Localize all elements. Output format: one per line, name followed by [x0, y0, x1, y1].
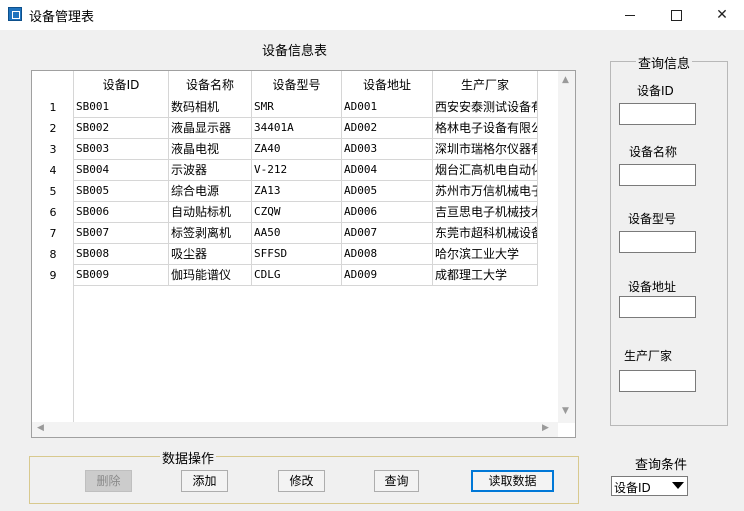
cell-maker[interactable]: 苏州市万信机械电子 — [433, 181, 538, 202]
cell-model[interactable]: AA50 — [252, 223, 342, 244]
cell-address[interactable]: AD004 — [342, 160, 433, 181]
cell-name[interactable]: 示波器 — [169, 160, 252, 181]
cell-maker[interactable]: 哈尔滨工业大学 — [433, 244, 538, 265]
cell-address[interactable]: AD006 — [342, 202, 433, 223]
row-number[interactable]: 1 — [32, 101, 74, 114]
cell-id[interactable]: SB009 — [74, 265, 169, 286]
cell-maker[interactable]: 成都理工大学 — [433, 265, 538, 286]
cell-address[interactable]: AD002 — [342, 118, 433, 139]
query-name-input[interactable] — [619, 164, 696, 186]
row-number[interactable]: 2 — [32, 122, 74, 135]
horizontal-scrollbar[interactable]: ◀ ▶ — [32, 422, 558, 437]
row-number[interactable]: 5 — [32, 185, 74, 198]
cell-model[interactable]: CDLG — [252, 265, 342, 286]
delete-button[interactable]: 删除 — [85, 470, 132, 492]
query-maker-input[interactable] — [619, 370, 696, 392]
cell-maker[interactable]: 深圳市瑞格尔仪器有 — [433, 139, 538, 160]
row-number[interactable]: 8 — [32, 248, 74, 261]
cell-model[interactable]: ZA13 — [252, 181, 342, 202]
cell-name[interactable]: 标签剥离机 — [169, 223, 252, 244]
row-number[interactable]: 7 — [32, 227, 74, 240]
query-model-input[interactable] — [619, 231, 696, 253]
query-id-input[interactable] — [619, 103, 696, 125]
cell-name[interactable]: 综合电源 — [169, 181, 252, 202]
cell-id[interactable]: SB005 — [74, 181, 169, 202]
app-icon — [8, 7, 22, 21]
row-number[interactable]: 4 — [32, 164, 74, 177]
dropdown-arrow-icon[interactable] — [672, 482, 684, 489]
cell-model[interactable]: 34401A — [252, 118, 342, 139]
cell-model[interactable]: ZA40 — [252, 139, 342, 160]
cell-id[interactable]: SB006 — [74, 202, 169, 223]
close-button[interactable]: ✕ — [699, 0, 744, 30]
cell-id[interactable]: SB008 — [74, 244, 169, 265]
column-header-id[interactable]: 设备ID — [74, 71, 169, 99]
cell-address[interactable]: AD007 — [342, 223, 433, 244]
cell-maker[interactable]: 烟台汇高机电自动化 — [433, 160, 538, 181]
cell-maker[interactable]: 格林电子设备有限公 — [433, 118, 538, 139]
query-button[interactable]: 查询 — [374, 470, 419, 492]
cell-address[interactable]: AD003 — [342, 139, 433, 160]
condition-label: 查询条件 — [635, 458, 688, 473]
condition-selected: 设备ID — [614, 481, 651, 495]
operations-legend: 数据操作 — [160, 448, 217, 467]
column-header-model[interactable]: 设备型号 — [252, 71, 342, 99]
cell-maker[interactable]: 西安安泰测试设备有 — [433, 97, 538, 118]
minimize-button[interactable] — [607, 0, 653, 30]
scroll-right-icon[interactable]: ▶ — [542, 423, 549, 433]
minimize-icon — [625, 14, 635, 16]
query-label-model: 设备型号 — [628, 212, 677, 226]
scroll-up-icon[interactable]: ▲ — [562, 75, 569, 85]
query-address-input[interactable] — [619, 296, 696, 318]
window-title: 设备管理表 — [29, 10, 95, 25]
maximize-button[interactable] — [653, 0, 699, 30]
column-header-name[interactable]: 设备名称 — [169, 71, 252, 99]
cell-name[interactable]: 液晶显示器 — [169, 118, 252, 139]
query-legend: 查询信息 — [636, 53, 693, 72]
cell-address[interactable]: AD005 — [342, 181, 433, 202]
cell-address[interactable]: AD008 — [342, 244, 433, 265]
cell-model[interactable]: CZQW — [252, 202, 342, 223]
cell-id[interactable]: SB007 — [74, 223, 169, 244]
cell-maker[interactable]: 东莞市超科机械设备 — [433, 223, 538, 244]
query-label-maker: 生产厂家 — [624, 349, 673, 363]
row-number[interactable]: 3 — [32, 143, 74, 156]
cell-id[interactable]: SB004 — [74, 160, 169, 181]
title-bar: 设备管理表 ✕ — [0, 0, 744, 30]
read-data-button[interactable]: 读取数据 — [471, 470, 554, 492]
column-header-maker[interactable]: 生产厂家 — [433, 71, 538, 99]
cell-model[interactable]: SFFSD — [252, 244, 342, 265]
cell-address[interactable]: AD009 — [342, 265, 433, 286]
condition-select[interactable]: 设备ID — [611, 476, 688, 496]
cell-model[interactable]: SMR — [252, 97, 342, 118]
device-grid[interactable]: 设备ID 设备名称 设备型号 设备地址 生产厂家 1 SB001 数码相机 SMR AD… — [31, 70, 576, 438]
cell-id[interactable]: SB002 — [74, 118, 169, 139]
column-header-address[interactable]: 设备地址 — [342, 71, 433, 99]
query-label-address: 设备地址 — [628, 280, 677, 294]
query-label-id: 设备ID — [637, 84, 674, 98]
cell-id[interactable]: SB003 — [74, 139, 169, 160]
cell-name[interactable]: 伽玛能谱仪 — [169, 265, 252, 286]
cell-maker[interactable]: 吉亘思电子机械技术 — [433, 202, 538, 223]
edit-button[interactable]: 修改 — [278, 470, 325, 492]
query-label-name: 设备名称 — [629, 145, 678, 159]
add-button[interactable]: 添加 — [181, 470, 228, 492]
scroll-left-icon[interactable]: ◀ — [37, 423, 44, 433]
cell-name[interactable]: 自动贴标机 — [169, 202, 252, 223]
cell-address[interactable]: AD001 — [342, 97, 433, 118]
close-icon: ✕ — [716, 7, 728, 23]
cell-model[interactable]: V-212 — [252, 160, 342, 181]
cell-name[interactable]: 液晶电视 — [169, 139, 252, 160]
row-number[interactable]: 6 — [32, 206, 74, 219]
maximize-icon — [670, 9, 682, 21]
cell-name[interactable]: 吸尘器 — [169, 244, 252, 265]
grid-caption: 设备信息表 — [262, 44, 328, 59]
cell-id[interactable]: SB001 — [74, 97, 169, 118]
cell-name[interactable]: 数码相机 — [169, 97, 252, 118]
row-number[interactable]: 9 — [32, 269, 74, 282]
scroll-down-icon[interactable]: ▼ — [562, 406, 569, 416]
vertical-scrollbar[interactable]: ▲ ▼ — [558, 71, 575, 423]
